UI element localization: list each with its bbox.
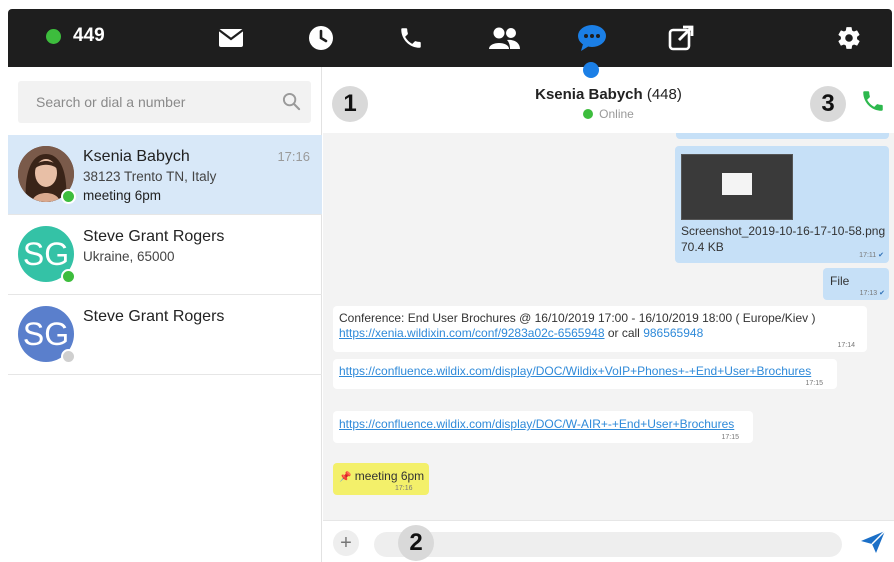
call-button[interactable] — [860, 88, 886, 119]
message-timestamp: 17:15 — [721, 434, 739, 441]
contact-name: Steve Grant Rogers — [83, 228, 225, 245]
search-input[interactable] — [18, 81, 268, 123]
external-link-icon[interactable] — [666, 23, 696, 53]
chat-contact-extension: (448) — [646, 86, 682, 103]
conversation-item-steve-grant-rogers[interactable]: SG Steve Grant Rogers Ukraine, 65000 — [8, 215, 322, 295]
message-text: File — [830, 274, 850, 288]
message-timestamp: 17:16 — [395, 485, 413, 492]
chat-contact-title: Ksenia Babych (448) — [323, 86, 894, 103]
chat-contact-status: Online — [323, 107, 894, 121]
presence-online-dot — [61, 189, 76, 204]
message-link: https://confluence.wildix.com/display/DO… — [339, 417, 735, 431]
chat-status-text: Online — [599, 107, 634, 121]
message-bubble-incoming: https://confluence.wildix.com/display/DO… — [333, 359, 837, 389]
pinned-message-bubble: 📌 meeting 6pm 17:16 — [333, 463, 429, 495]
message-timestamp: 17:14 — [837, 342, 855, 349]
callout-badge-2: 2 — [398, 525, 434, 561]
message-composer: + 2 — [323, 520, 894, 562]
search-box — [18, 81, 311, 123]
callout-badge-3: 3 — [810, 86, 846, 122]
avatar: SG — [18, 226, 76, 284]
last-message-preview: meeting 6pm — [83, 188, 162, 203]
contact-name: Ksenia Babych — [83, 148, 190, 165]
clock-icon[interactable] — [306, 23, 336, 53]
pin-icon: 📌 — [339, 472, 352, 483]
contact-location: Ukraine, 65000 — [83, 249, 175, 264]
pinned-message-text: 📌 meeting 6pm — [339, 469, 425, 483]
message-bubble-incoming: https://confluence.wildix.com/display/DO… — [333, 411, 753, 443]
presence-offline-dot — [61, 349, 76, 364]
message-timestamp: 17:15 — [805, 380, 823, 387]
message-timestamp: 17:13 ✔ — [859, 290, 885, 297]
online-status-dot — [583, 109, 594, 119]
user-extension: 449 — [73, 25, 105, 46]
message-thread[interactable]: Screenshot_2019-10-16-17-10-58.png 70.4 … — [323, 133, 894, 520]
conference-message-bubble: Conference: End User Brochures @ 16/10/2… — [333, 306, 867, 352]
online-status-dot — [46, 28, 61, 44]
chat-header: 1 Ksenia Babych (448) Online 3 — [323, 67, 894, 133]
contact-location: 38123 Trento TN, Italy — [83, 169, 217, 184]
file-message-bubble[interactable]: Screenshot_2019-10-16-17-10-58.png 70.4 … — [675, 146, 889, 263]
conference-phone-link[interactable]: 986565948 — [643, 326, 703, 340]
message-timestamp: 17:11 ✔ — [859, 252, 884, 259]
mail-icon[interactable] — [216, 23, 246, 53]
file-thumbnail[interactable] — [681, 154, 793, 220]
delivered-check-icon: ✔ — [878, 252, 884, 259]
conversation-item-ksenia-babych[interactable]: Ksenia Babych 38123 Trento TN, Italy mee… — [8, 135, 322, 215]
conversation-list-panel: Ksenia Babych 38123 Trento TN, Italy mee… — [8, 67, 322, 562]
conference-links: https://xenia.wildixin.com/conf/9283a02c… — [339, 326, 704, 340]
phone-icon — [863, 91, 883, 111]
conference-link[interactable]: https://xenia.wildixin.com/conf/9283a02c… — [339, 326, 605, 340]
send-button[interactable] — [860, 530, 886, 559]
conversation-item-steve-grant-rogers-2[interactable]: SG Steve Grant Rogers — [8, 295, 322, 375]
chat-contact-name: Ksenia Babych — [535, 86, 643, 103]
search-icon[interactable] — [282, 92, 301, 116]
add-attachment-button[interactable]: + — [333, 530, 359, 556]
user-status[interactable]: 449 — [46, 25, 105, 47]
file-name[interactable]: Screenshot_2019-10-16-17-10-58.png — [681, 224, 885, 238]
send-icon — [861, 530, 886, 553]
avatar: SG — [18, 306, 76, 364]
plus-icon: + — [340, 531, 352, 554]
chat-icon[interactable] — [576, 23, 608, 53]
contact-name: Steve Grant Rogers — [83, 308, 225, 325]
delivered-check-icon: ✔ — [879, 290, 885, 297]
avatar — [18, 146, 76, 204]
file-size: 70.4 KB — [681, 240, 724, 254]
last-message-time: 17:16 — [277, 149, 310, 164]
message-input[interactable] — [374, 532, 842, 557]
active-tab-indicator — [583, 62, 599, 78]
conference-text: Conference: End User Brochures @ 16/10/2… — [339, 311, 816, 325]
gear-icon[interactable] — [834, 23, 864, 53]
presence-online-dot — [61, 269, 76, 284]
message-link: https://confluence.wildix.com/display/DO… — [339, 364, 812, 378]
top-navigation-bar: 449 — [8, 9, 892, 67]
thumbnail-dialog — [722, 173, 752, 195]
contacts-icon[interactable] — [486, 23, 522, 53]
message-bubble-outgoing: File 17:13 ✔ — [823, 268, 889, 300]
message-bubble-outgoing — [676, 133, 889, 139]
phone-icon[interactable] — [396, 23, 426, 53]
